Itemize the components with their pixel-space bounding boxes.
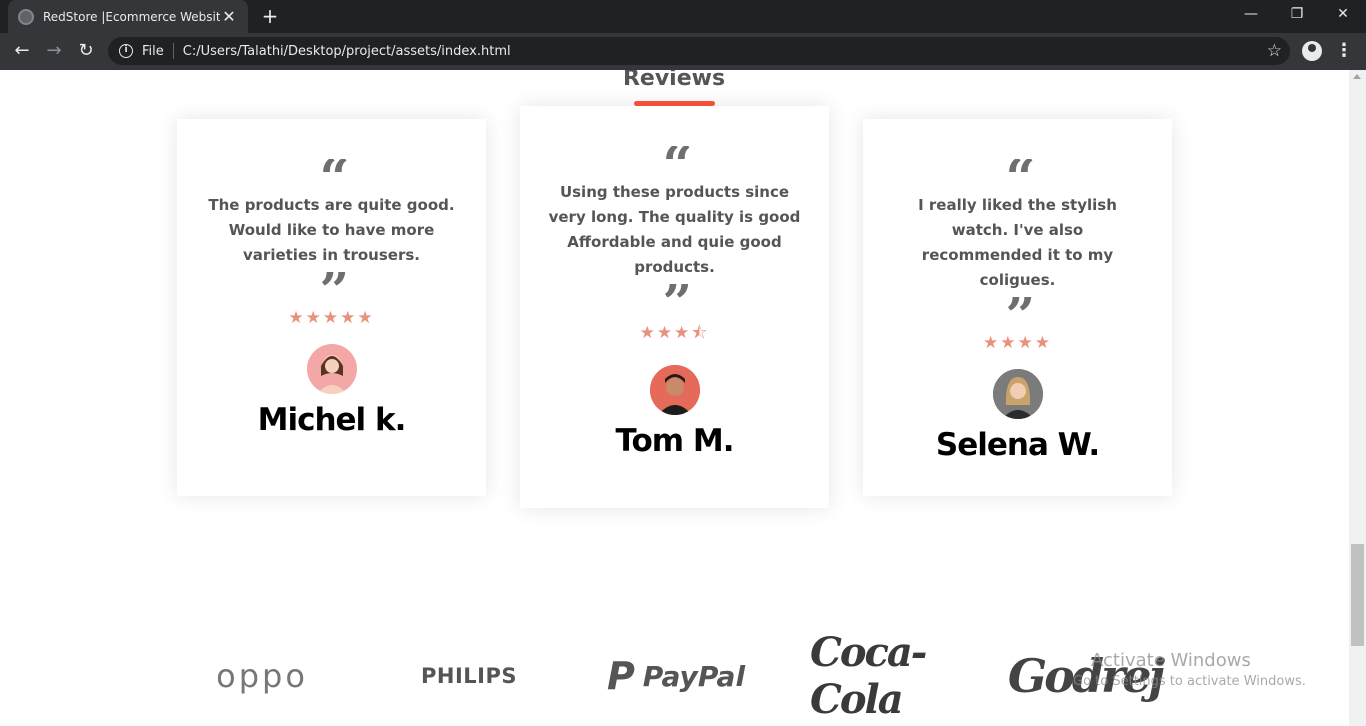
brand-logo-cocacola: Coca-Cola: [810, 629, 927, 723]
scheme-label: File: [142, 43, 164, 59]
avatar: [649, 365, 700, 415]
globe-icon: [18, 8, 34, 25]
info-icon[interactable]: i: [119, 44, 133, 58]
new-tab-button[interactable]: +: [258, 4, 282, 28]
reviewer-name: Tom M.: [615, 423, 734, 459]
tab-title: RedStore |Ecommerce Website: [43, 9, 220, 24]
bookmark-star-icon[interactable]: ☆: [1267, 41, 1282, 61]
scrollbar-thumb[interactable]: [1351, 544, 1364, 646]
close-quote-icon: ”: [1005, 297, 1036, 331]
page-viewport: Reviews “ The products are quite good. W…: [0, 70, 1349, 726]
close-quote-icon: ”: [662, 284, 693, 318]
watermark-title: Activate Windows: [1091, 650, 1251, 671]
avatar: [992, 369, 1043, 419]
brand-name: PayPal: [642, 659, 746, 693]
reload-button[interactable]: ↻: [72, 37, 100, 65]
address-bar[interactable]: i File C:/Users/Talathi/Desktop/project/…: [108, 37, 1290, 65]
paypal-p-icon: P: [606, 654, 635, 698]
review-card: “ Using these products since very long. …: [520, 106, 829, 508]
divider: [172, 43, 174, 59]
url-text[interactable]: C:/Users/Talathi/Desktop/project/assets/…: [183, 44, 511, 59]
brand-logo-oppo: oppo: [216, 657, 308, 695]
review-card: “ The products are quite good. Would lik…: [177, 119, 486, 496]
close-quote-icon: ”: [319, 272, 350, 306]
section-title: Reviews: [622, 70, 726, 91]
review-text: The products are quite good. Would like …: [208, 196, 455, 264]
avatar: [306, 344, 357, 394]
reviewer-name: Michel k.: [257, 402, 407, 438]
open-quote-icon: “: [319, 159, 350, 193]
minimize-button[interactable]: —: [1228, 0, 1274, 30]
scroll-up-icon[interactable]: [1353, 74, 1361, 79]
activation-watermark: Activate Windows Go to Settings to activ…: [1073, 650, 1306, 689]
brand-logo-philips: PHILIPS: [421, 664, 517, 688]
rating-stars: ★★★★: [983, 333, 1052, 353]
vertical-scrollbar[interactable]: [1349, 70, 1366, 726]
open-quote-icon: “: [1005, 159, 1036, 193]
rating-stars: ★★★★★: [288, 308, 375, 328]
restore-button[interactable]: ❐: [1274, 0, 1320, 30]
close-window-button[interactable]: ✕: [1320, 0, 1366, 30]
brand-logo-paypal: P PayPal: [596, 646, 756, 706]
browser-titlebar: RedStore |Ecommerce Website ✕ + — ❐ ✕: [0, 0, 1366, 33]
account-icon[interactable]: [1302, 41, 1322, 61]
back-button[interactable]: ←: [8, 37, 36, 65]
close-tab-icon[interactable]: ✕: [220, 7, 238, 26]
rating-stars: ★★★⯪: [639, 323, 710, 343]
review-text: Using these products since very long. Th…: [548, 183, 801, 276]
browser-tab[interactable]: RedStore |Ecommerce Website ✕: [8, 0, 248, 33]
review-text: I really liked the stylish watch. I've a…: [918, 196, 1117, 289]
review-card: “ I really liked the stylish watch. I've…: [863, 119, 1172, 496]
watermark-subtitle: Go to Settings to activate Windows.: [1073, 674, 1306, 689]
forward-button[interactable]: →: [40, 37, 68, 65]
browser-toolbar: ← → ↻ i File C:/Users/Talathi/Desktop/pr…: [0, 33, 1366, 70]
menu-icon[interactable]: ⋮: [1334, 37, 1354, 65]
open-quote-icon: “: [662, 146, 693, 180]
reviewer-name: Selena W.: [935, 427, 1100, 463]
